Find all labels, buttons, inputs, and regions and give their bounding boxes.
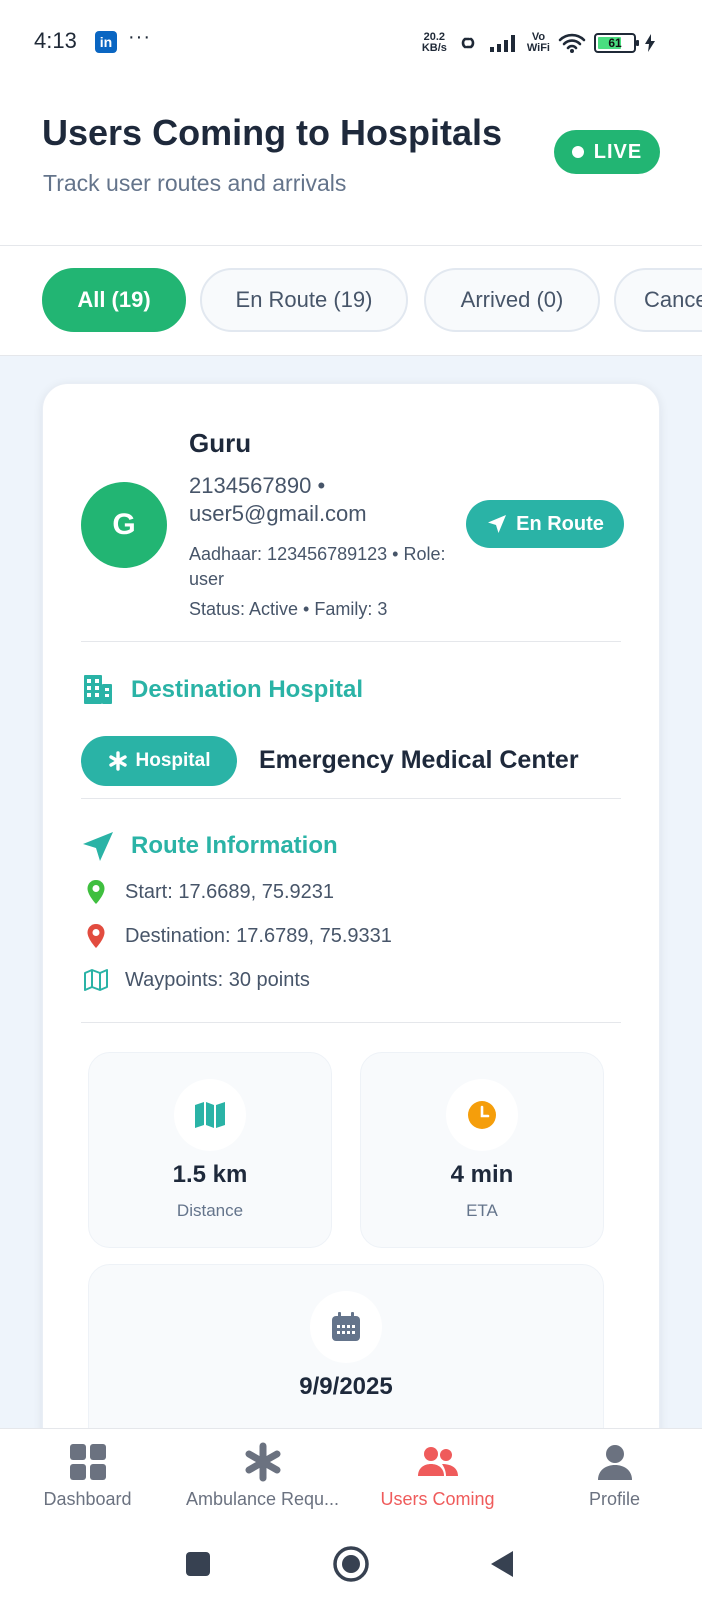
- route-start: Start: 17.6689, 75.9231: [125, 880, 335, 903]
- page-subtitle: Track user routes and arrivals: [43, 170, 347, 196]
- tab-cancelled[interactable]: Cancelled: [614, 268, 702, 332]
- back-button[interactable]: [482, 1544, 522, 1584]
- asterisk-icon: [243, 1441, 283, 1483]
- charging-icon: [645, 34, 655, 52]
- building-icon: [84, 675, 112, 704]
- signal-icon: [489, 35, 515, 52]
- hospital-name: Emergency Medical Center: [259, 746, 579, 774]
- network-speed-unit: KB/s: [421, 42, 447, 54]
- date-icon-circle: [310, 1291, 382, 1363]
- route-waypoints: Waypoints: 30 points: [125, 968, 310, 991]
- users-icon: [416, 1441, 460, 1483]
- page-title: Users Coming to Hospitals: [42, 112, 503, 153]
- nav-ambulance-requests[interactable]: Ambulance Requ...: [175, 1441, 350, 1510]
- user-card[interactable]: G Guru 2134567890 • user5@gmail.com Aadh…: [42, 383, 660, 1483]
- route-start-row: Start: 17.6689, 75.9231: [81, 877, 334, 907]
- live-label: LIVE: [593, 140, 643, 163]
- nav-dashboard[interactable]: Dashboard: [0, 1441, 175, 1510]
- divider: [81, 798, 621, 799]
- eta-icon-circle: [446, 1079, 518, 1151]
- wifi-icon: [558, 33, 586, 53]
- route-destination-row: Destination: 17.6789, 75.9331: [81, 921, 392, 951]
- dashboard-icon: [68, 1441, 108, 1483]
- calendar-icon: [332, 1312, 360, 1341]
- route-destination: Destination: 17.6789, 75.9331: [125, 924, 392, 947]
- distance-value: 1.5 km: [172, 1161, 248, 1188]
- nav-ambulance-label: Ambulance Requ...: [185, 1489, 340, 1509]
- nav-users-coming[interactable]: Users Coming: [350, 1441, 525, 1510]
- start-pin-icon: [81, 879, 111, 905]
- more-notifications-icon: ···: [128, 26, 151, 48]
- person-icon: [595, 1441, 635, 1483]
- eta-value: 4 min: [450, 1161, 514, 1188]
- bottom-nav: Dashboard Ambulance Requ... Users Coming…: [0, 1428, 702, 1526]
- system-nav-bar: [0, 1526, 702, 1600]
- nav-profile[interactable]: Profile: [527, 1441, 702, 1510]
- home-button[interactable]: [331, 1544, 371, 1584]
- live-dot-icon: [571, 146, 584, 158]
- status-indicators: 20.2 KB/s Vo WiFi 61: [422, 28, 656, 58]
- asterisk-icon: [108, 751, 127, 771]
- hospital-type-badge: Hospital: [81, 736, 237, 786]
- battery-icon: 61: [594, 33, 639, 53]
- recents-icon: [186, 1552, 210, 1576]
- eta-stat: 4 min ETA: [360, 1052, 604, 1248]
- battery-level: 61: [608, 36, 622, 50]
- status-time: 4:13: [34, 28, 77, 53]
- navigation-arrow-icon: [488, 515, 507, 533]
- divider: [81, 641, 621, 642]
- nav-users-coming-label: Users Coming: [380, 1489, 495, 1509]
- vowifi-indicator: Vo WiFi: [527, 32, 550, 54]
- recents-button[interactable]: [178, 1544, 218, 1584]
- hospital-type-label: Hospital: [135, 750, 211, 771]
- eta-label: ETA: [466, 1201, 498, 1220]
- user-contact: 2134567890 • user5@gmail.com: [189, 473, 367, 526]
- map-icon: [195, 1102, 225, 1128]
- route-waypoints-row: Waypoints: 30 points: [81, 965, 310, 995]
- route-status-badge: En Route: [466, 500, 624, 548]
- avatar: G: [81, 482, 167, 568]
- destination-section-title: Destination Hospital: [131, 676, 364, 703]
- date-value: 9/9/2025: [299, 1373, 393, 1400]
- filter-tabs: All (19) En Route (19) Arrived (0) Cance…: [0, 246, 702, 356]
- distance-icon-circle: [174, 1079, 246, 1151]
- status-bar: 4:13 in ··· 20.2 KB/s Vo WiFi 61: [0, 0, 702, 84]
- route-section-title: Route Information: [131, 832, 338, 859]
- wifi-label: WiFi: [526, 42, 550, 54]
- route-status-label: En Route: [516, 512, 604, 535]
- tab-en-route[interactable]: En Route (19): [200, 268, 408, 332]
- map-icon: [81, 968, 111, 992]
- home-icon: [333, 1546, 369, 1582]
- link-icon: [461, 37, 475, 49]
- navigation-arrow-icon: [83, 832, 113, 861]
- destination-pin-icon: [81, 923, 111, 949]
- back-icon: [491, 1551, 513, 1577]
- distance-stat: 1.5 km Distance: [88, 1052, 332, 1248]
- nav-dashboard-label: Dashboard: [43, 1489, 132, 1509]
- network-speed: 20.2 KB/s: [422, 32, 447, 54]
- live-badge: LIVE: [554, 130, 660, 174]
- linkedin-icon: in: [95, 31, 117, 53]
- tab-all[interactable]: All (19): [42, 268, 186, 332]
- page-header: Users Coming to Hospitals Track user rou…: [0, 84, 702, 246]
- clock-icon: [468, 1101, 496, 1129]
- distance-label: Distance: [176, 1201, 244, 1220]
- nav-profile-label: Profile: [588, 1489, 641, 1509]
- user-name: Guru: [189, 428, 252, 458]
- divider: [81, 1022, 621, 1023]
- tab-arrived[interactable]: Arrived (0): [424, 268, 600, 332]
- user-status-family: Status: Active • Family: 3: [189, 599, 388, 619]
- user-aadhaar-role: Aadhaar: 123456789123 • Role: user: [189, 544, 446, 589]
